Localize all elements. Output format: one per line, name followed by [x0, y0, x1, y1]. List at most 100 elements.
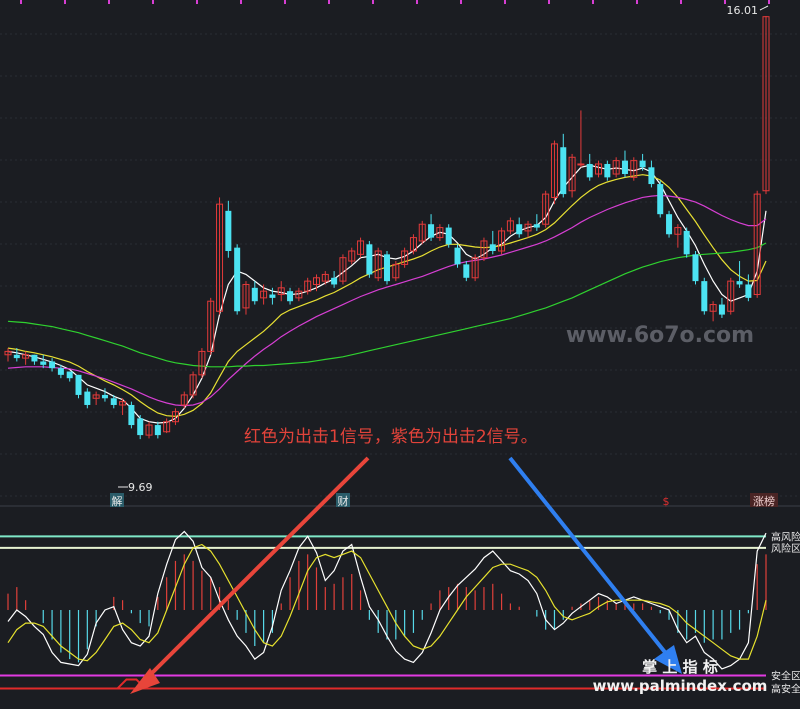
candle — [384, 251, 390, 285]
candle — [339, 254, 347, 285]
candle — [277, 281, 285, 302]
top-marker — [460, 0, 462, 4]
candle — [49, 358, 56, 372]
ma-line — [7, 174, 767, 418]
candle — [745, 274, 752, 302]
candle — [683, 227, 690, 258]
candle — [463, 261, 470, 282]
top-marker — [504, 0, 506, 4]
top-marker — [768, 0, 770, 4]
candle — [454, 244, 461, 268]
candle — [4, 348, 12, 362]
candle — [242, 281, 250, 315]
candle — [657, 180, 664, 218]
candle — [418, 220, 426, 245]
top-marker — [372, 0, 374, 4]
candle — [348, 247, 356, 265]
level-label: 高风险 — [771, 530, 800, 543]
candle — [145, 421, 153, 439]
low-price-label: 9.69 — [128, 481, 153, 494]
candle — [701, 277, 708, 315]
top-marker — [284, 0, 286, 4]
candlesticks — [4, 16, 770, 440]
ma-line — [7, 164, 767, 424]
candle — [648, 160, 655, 188]
candle — [92, 391, 100, 405]
candle — [287, 287, 294, 305]
watermark-palmindex: www.palmindex.com — [593, 677, 768, 695]
ma-line — [7, 194, 767, 407]
top-marker — [680, 0, 682, 4]
candle — [445, 224, 452, 248]
top-marker — [196, 0, 198, 4]
candle — [128, 401, 135, 429]
top-marker — [240, 0, 242, 4]
candle — [163, 418, 171, 434]
candle — [560, 133, 567, 198]
moving-averages — [7, 164, 767, 424]
candle — [154, 421, 161, 439]
level-label: 风险区 — [771, 542, 800, 555]
candle — [234, 244, 241, 315]
top-marker — [108, 0, 110, 4]
candle — [374, 247, 382, 282]
candle — [621, 150, 628, 178]
candle — [66, 371, 73, 382]
candle — [506, 217, 514, 235]
candle — [533, 214, 540, 231]
level-label: 安全区 — [771, 669, 800, 682]
candle — [630, 157, 638, 181]
candle — [331, 271, 338, 288]
candle — [550, 140, 558, 205]
candle — [401, 247, 409, 268]
candle — [489, 230, 496, 255]
candle — [666, 210, 673, 238]
candle — [586, 153, 593, 181]
candle — [189, 371, 197, 399]
candle — [612, 157, 620, 178]
candle — [498, 227, 506, 255]
event-tag-cai-label: 财 — [338, 494, 349, 508]
candle — [84, 388, 91, 409]
event-tag-dollar[interactable]: $ — [663, 495, 670, 508]
candle — [542, 190, 550, 228]
watermark-6o7o: www.6o7o.com — [566, 323, 754, 348]
candle — [40, 354, 47, 369]
chart-canvas: 高风险风险区安全区高安全 16.01 9.69 解 财 $ 涨榜 www.6o7… — [0, 0, 800, 696]
candle — [516, 217, 523, 238]
event-tag-jie-label: 解 — [112, 494, 123, 508]
high-price-label: 16.01 — [727, 4, 759, 17]
candle — [31, 354, 38, 365]
watermark-palm-cn: 掌 上 指 标 — [642, 658, 718, 676]
level-label: 高安全 — [771, 683, 800, 696]
candle — [727, 277, 735, 315]
candle — [260, 284, 268, 305]
caption-text: 红色为出击1信号，紫色为出击2信号。 — [244, 427, 538, 447]
top-marker — [416, 0, 418, 4]
candle — [709, 301, 717, 322]
candle — [762, 16, 770, 195]
blue-arrow — [508, 456, 682, 674]
candle — [692, 251, 699, 285]
candle — [75, 374, 82, 399]
candle — [366, 240, 373, 278]
top-marker — [64, 0, 66, 4]
top-marker — [328, 0, 330, 4]
top-marker — [20, 0, 22, 4]
event-tag-limit-up-label: 涨榜 — [753, 494, 775, 508]
candle — [480, 237, 488, 262]
candle — [392, 261, 400, 282]
oscillator-line — [7, 530, 767, 670]
oscillator-line — [7, 543, 767, 662]
top-marker — [636, 0, 638, 4]
candle — [225, 200, 232, 258]
top-marker — [592, 0, 594, 4]
candle — [22, 351, 30, 365]
candle — [137, 415, 144, 440]
high-price-pointer — [759, 5, 769, 11]
red-arrow — [130, 456, 370, 694]
top-marker — [548, 0, 550, 4]
candle — [718, 297, 725, 318]
candle — [251, 281, 258, 305]
candle — [595, 160, 603, 178]
